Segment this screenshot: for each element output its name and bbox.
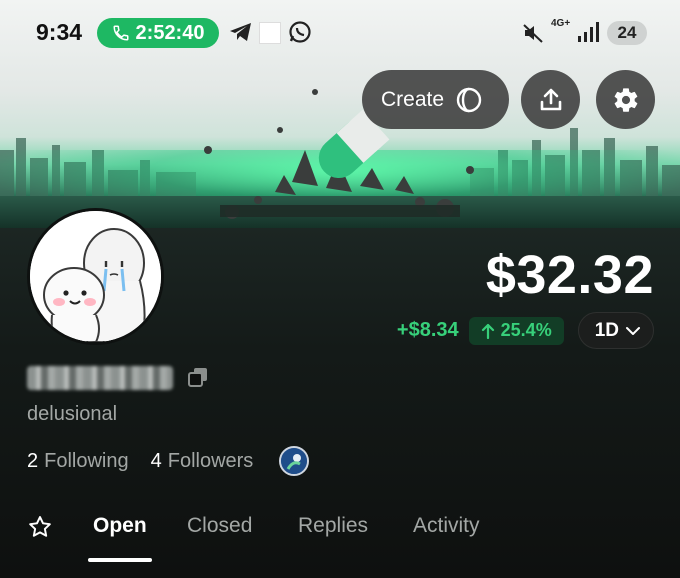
badge-figure-icon [281,448,308,474]
mute-icon [523,24,543,43]
avatar-illustration [30,211,161,342]
upload-icon [540,88,561,110]
time-range-dropdown[interactable]: 1D [577,312,654,349]
copy-icon[interactable] [186,365,210,389]
create-coin-icon [456,87,482,112]
active-tab-indicator [88,558,152,562]
username-blurred [27,366,173,390]
battery-badge: 24 [607,21,647,45]
change-percent: 25.4% [500,320,552,340]
following-count: 2 [27,449,39,472]
blank-square-icon [259,22,281,44]
followers-label: Followers [167,449,254,472]
following-label: Following [44,449,129,472]
avatar[interactable] [27,208,164,345]
telegram-icon [230,23,251,41]
status-bar: 9:34 2:52:40 4G+ 24 [0,0,680,64]
follow-stats: 2 Following 4 Followers [27,446,310,476]
change-percent-badge: 25.4% [468,316,564,345]
tab-replies[interactable]: Replies [298,514,368,538]
followers-link[interactable]: 4 Followers [151,450,254,473]
phone-icon [113,25,129,41]
settings-button[interactable] [596,70,655,129]
whatsapp-icon [289,21,311,43]
network-type: 4G+ [551,18,571,29]
call-timer: 2:52:40 [135,21,205,44]
tab-activity[interactable]: Activity [413,514,480,538]
create-label: Create [381,87,445,111]
following-link[interactable]: 2 Following [27,450,129,473]
status-time: 9:34 [36,19,83,45]
gear-icon [614,87,637,112]
portfolio-balance: $32.32 [485,245,654,305]
chevron-down-icon [626,326,640,335]
signal-icon [578,22,599,42]
balance-change-row: +$8.34 25.4% 1D [397,312,654,349]
time-range-value: 1D [594,319,619,341]
ongoing-call-pill[interactable]: 2:52:40 [97,18,219,48]
battery-level: 24 [617,23,637,42]
share-button[interactable] [521,70,580,129]
arrow-up-icon [481,323,494,339]
change-amount: +$8.34 [396,319,459,341]
followers-count: 4 [150,449,162,472]
profile-bio: delusional [27,403,118,425]
achievement-badge-icon[interactable] [279,446,310,476]
tab-open[interactable]: Open [93,514,147,538]
create-button[interactable]: Create [362,70,509,129]
tab-closed[interactable]: Closed [187,514,252,538]
profile-tabs: Open Closed Replies Activity [0,500,680,562]
